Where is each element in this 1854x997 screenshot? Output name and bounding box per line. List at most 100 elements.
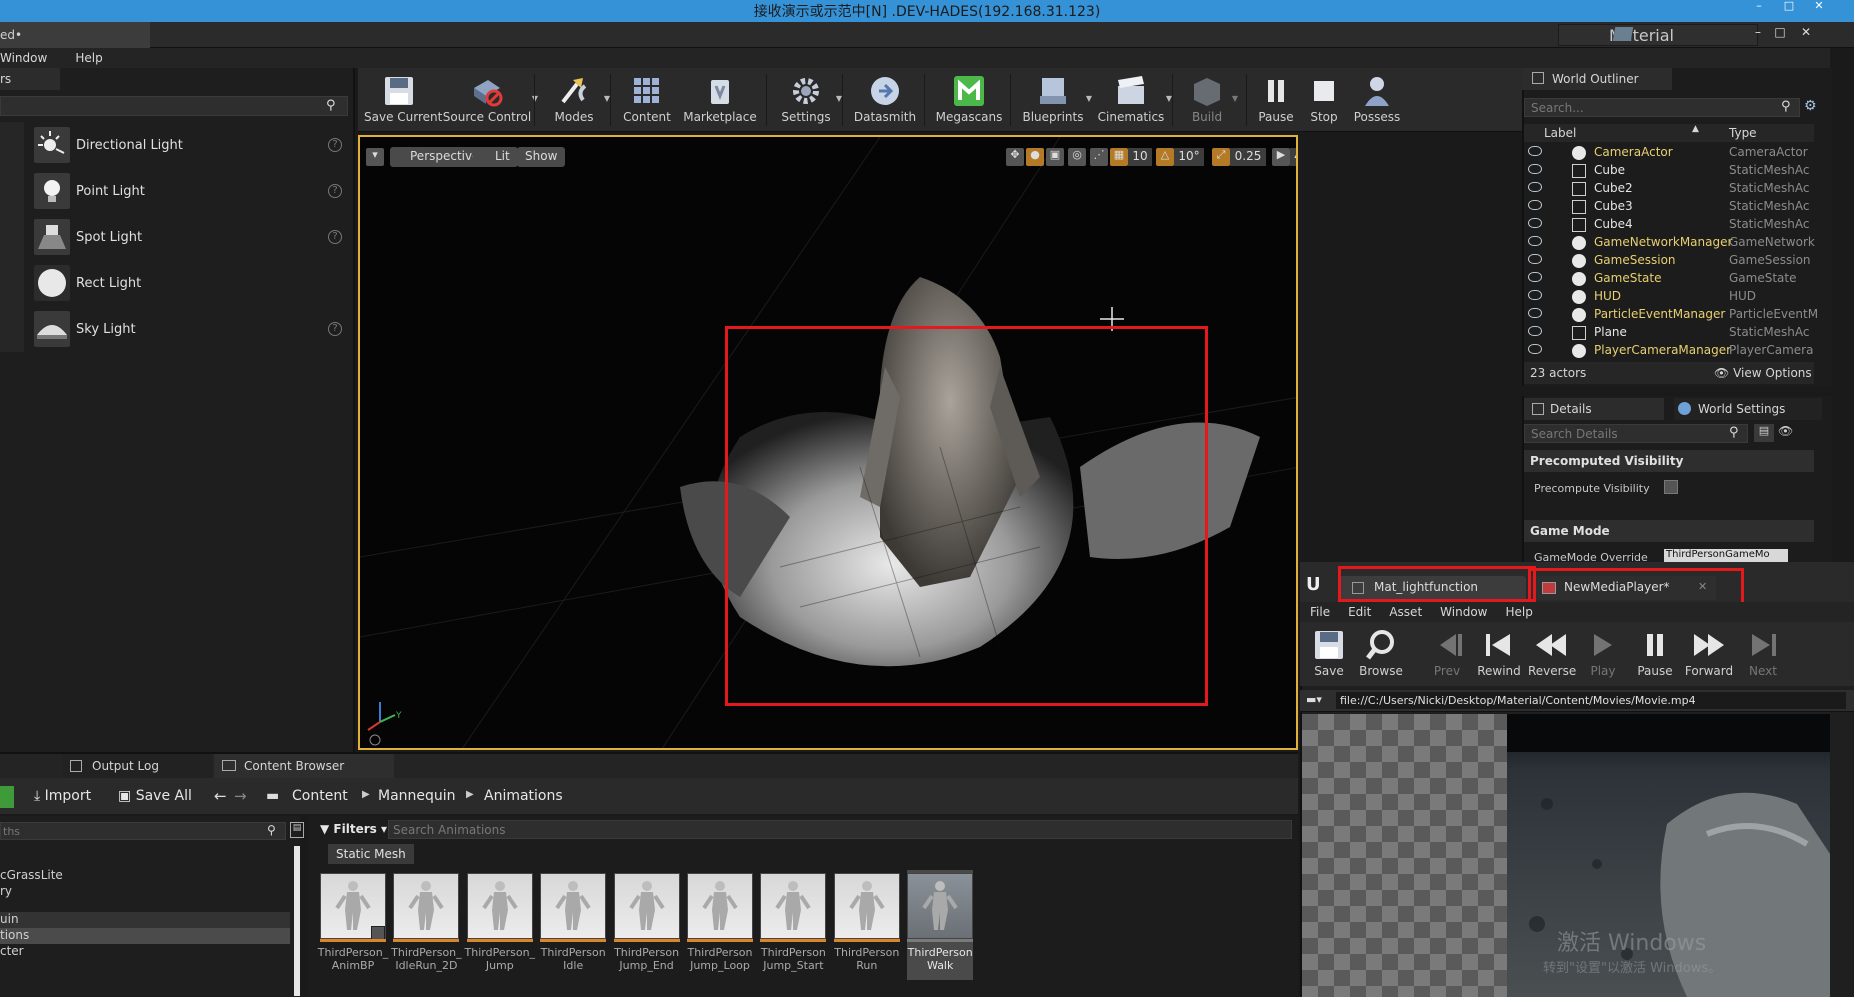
property-matrix-icon[interactable]: ▤ (1754, 424, 1774, 442)
path-content[interactable]: Content (292, 788, 348, 804)
place-item-point-light[interactable]: Point Light ? (0, 168, 350, 214)
mp-play-button[interactable]: Play (1580, 622, 1626, 686)
outliner-search-input[interactable]: Search... ⚲ (1524, 98, 1800, 117)
visibility-eye-icon[interactable] (1528, 272, 1542, 282)
tree-item-selected[interactable]: tions (0, 928, 29, 942)
editor-restore-button[interactable]: □ (1770, 25, 1790, 41)
outliner-row[interactable]: GameSession GameSession (1522, 252, 1822, 270)
details-search-input[interactable]: Search Details ⚲ (1524, 424, 1748, 443)
outliner-row[interactable]: Cube2 StaticMeshAc (1522, 180, 1822, 198)
mp-browse-button[interactable]: Browse (1356, 622, 1406, 686)
modes-tab[interactable]: rs (0, 68, 60, 90)
tree-item[interactable]: uin (0, 912, 19, 926)
outliner-row[interactable]: ParticleEventManager ParticleEventM (1522, 306, 1822, 324)
place-item-spot-light[interactable]: Spot Light ? (0, 214, 350, 260)
tree-item[interactable]: ry (0, 884, 12, 898)
save-current-button[interactable]: Save Current (364, 68, 442, 132)
visibility-eye-icon[interactable] (1528, 344, 1542, 354)
help-icon[interactable]: ? (328, 184, 342, 198)
place-item-directional-light[interactable]: Directional Light ? (0, 122, 350, 168)
mp-forward-button[interactable]: Forward (1684, 622, 1734, 686)
section-game-mode[interactable]: Game Mode (1524, 520, 1814, 542)
mp-pause-button[interactable]: Pause (1632, 622, 1678, 686)
path-animations[interactable]: Animations (484, 788, 563, 804)
place-item-sky-light[interactable]: Sky Light ? (0, 306, 350, 352)
filter-chip-static-mesh[interactable]: Static Mesh (328, 844, 414, 864)
asset-tile[interactable]: ThirdPerson_ Jump (465, 870, 535, 980)
outliner-row[interactable]: Cube StaticMeshAc (1522, 162, 1822, 180)
translate-icon[interactable]: ✥ (1006, 148, 1024, 166)
visibility-eye-icon[interactable] (1528, 146, 1542, 156)
menu-window[interactable]: Window (0, 51, 47, 65)
folder-icon[interactable]: ▬▾ (1306, 693, 1322, 706)
menu-help[interactable]: Help (1505, 605, 1532, 619)
viewport-options-button[interactable]: ▾ (366, 148, 384, 166)
stop-button[interactable]: Stop (1304, 68, 1344, 132)
column-label[interactable]: Label (1544, 126, 1576, 140)
show-button[interactable]: Show (517, 147, 566, 167)
editor-minimize-button[interactable]: – (1748, 25, 1768, 41)
chevron-down-icon[interactable]: ▼ (1232, 94, 1238, 103)
section-precomputed-visibility[interactable]: Precomputed Visibility (1524, 450, 1814, 472)
pause-button[interactable]: Pause (1254, 68, 1298, 132)
menu-file[interactable]: File (1310, 605, 1330, 619)
possess-button[interactable]: Possess (1352, 68, 1402, 132)
asset-search-input[interactable]: Search Animations (388, 820, 1292, 839)
close-window-button[interactable]: ✕ (1806, 0, 1832, 14)
surface-snap-icon[interactable]: ⋰ (1090, 148, 1108, 166)
outliner-settings-icon[interactable]: ⚙ (1804, 98, 1817, 114)
gamemode-override-dropdown[interactable]: ThirdPersonGameMo (1664, 549, 1788, 562)
mp-next-button[interactable]: Next (1740, 622, 1786, 686)
menu-help[interactable]: Help (75, 51, 102, 65)
asset-tile[interactable]: ThirdPerson Walk (907, 870, 974, 980)
content-button[interactable]: Content (620, 68, 674, 132)
visibility-eye-icon[interactable] (1528, 200, 1542, 210)
asset-tile[interactable]: ThirdPerson_ IdleRun_2D (391, 870, 462, 980)
modes-search-input[interactable]: ⚲ (0, 96, 348, 116)
tree-options-icon[interactable]: ▤ (290, 822, 304, 838)
outliner-row[interactable]: PlayerCameraManager PlayerCamera (1522, 342, 1822, 360)
mp-rewind-button[interactable]: Rewind (1476, 622, 1522, 686)
world-local-icon[interactable]: ◎ (1068, 148, 1086, 166)
column-type[interactable]: Type (1729, 126, 1757, 140)
outliner-row[interactable]: GameNetworkManager GameNetwork (1522, 234, 1822, 252)
datasmith-button[interactable]: Datasmith (852, 68, 918, 132)
mp-reverse-button[interactable]: Reverse (1528, 622, 1576, 686)
asset-tile[interactable]: ThirdPerson Run (833, 870, 900, 980)
help-icon[interactable]: ? (328, 322, 342, 336)
rotation-snap-value[interactable]: 10° (1174, 148, 1204, 166)
add-new-button[interactable] (0, 786, 14, 808)
visibility-eye-icon[interactable] (1528, 218, 1542, 228)
visibility-eye-icon[interactable] (1528, 290, 1542, 300)
grid-snap-icon[interactable]: ▦ (1110, 148, 1128, 166)
visibility-eye-icon[interactable] (1528, 326, 1542, 336)
filters-button[interactable]: ▼ Filters ▾ (320, 822, 387, 836)
import-button[interactable]: ⤓ Import (34, 788, 91, 804)
cinematics-button[interactable]: Cinematics ▼ (1096, 68, 1172, 132)
tab-details[interactable]: Details (1524, 398, 1664, 420)
menu-asset[interactable]: Asset (1389, 605, 1422, 619)
asset-tile[interactable]: ThirdPerson Idle (540, 870, 607, 980)
scale-icon[interactable]: ▣ (1046, 148, 1064, 166)
path-search-input[interactable]: ths ⚲ (0, 822, 286, 840)
outliner-row[interactable]: GameState GameState (1522, 270, 1822, 288)
help-icon[interactable]: ? (328, 138, 342, 152)
visibility-eye-icon[interactable] (1528, 182, 1542, 192)
media-url-input[interactable]: file://C:/Users/Nicki/Desktop/Material/C… (1336, 692, 1846, 709)
asset-tile[interactable]: ThirdPerson Jump_End (613, 870, 680, 980)
minimize-button[interactable]: – (1746, 0, 1772, 14)
view-options-button[interactable]: 👁 View Options (1714, 366, 1812, 380)
visibility-eye-icon[interactable] (1528, 308, 1542, 318)
forward-icon[interactable]: → (234, 787, 247, 805)
rotate-icon[interactable]: ● (1026, 148, 1044, 166)
tree-item[interactable]: cter (0, 944, 24, 958)
place-item-rect-light[interactable]: Rect Light (0, 260, 350, 306)
visibility-eye-icon[interactable] (1528, 236, 1542, 246)
media-url-bar[interactable]: ▬▾ file://C:/Users/Nicki/Desktop/Materia… (1300, 690, 1854, 712)
tab-world-outliner[interactable]: World Outliner (1522, 68, 1672, 90)
settings-button[interactable]: Settings ▼ (776, 68, 842, 132)
menu-window[interactable]: Window (1440, 605, 1487, 619)
asset-tile[interactable]: ThirdPerson Jump_Loop (687, 870, 753, 980)
precompute-visibility-checkbox[interactable] (1664, 480, 1678, 494)
camera-speed-icon[interactable]: ▶ (1272, 148, 1290, 166)
